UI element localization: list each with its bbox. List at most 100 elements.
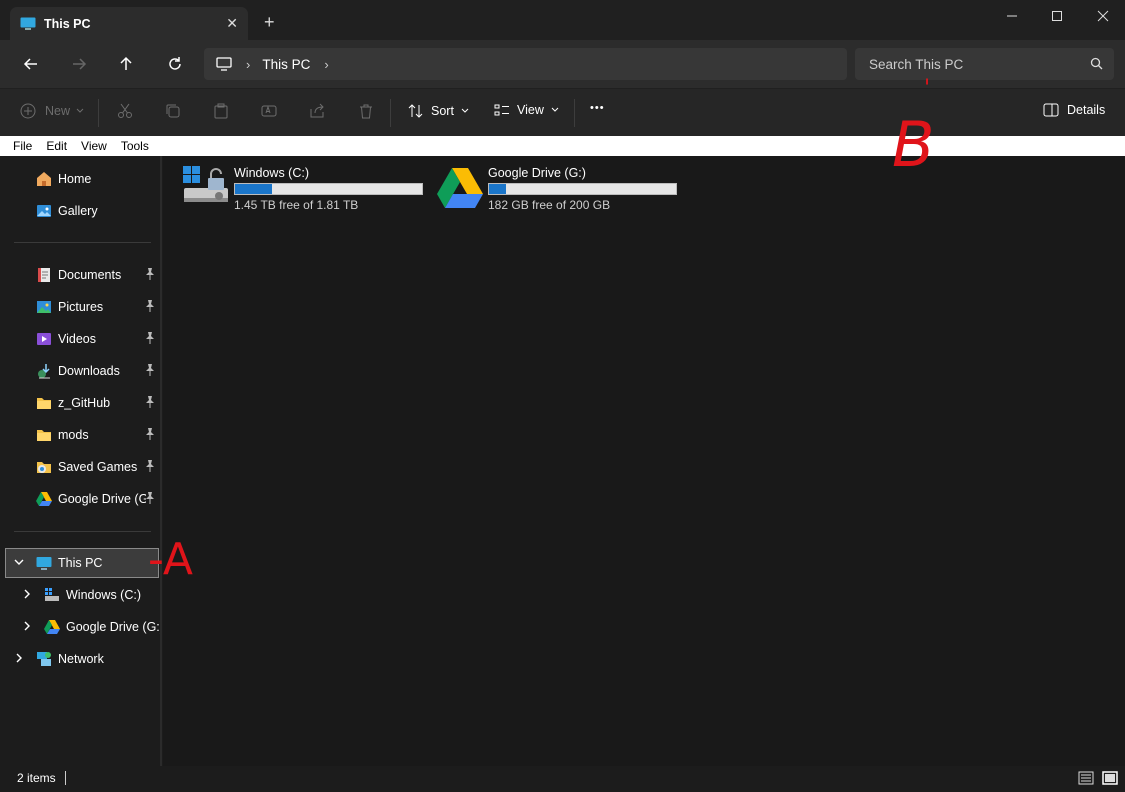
copy-button[interactable] bbox=[165, 103, 181, 119]
sidebar-item-google-drive-g[interactable]: Google Drive (G:) bbox=[0, 613, 160, 641]
sidebar-item-downloads[interactable]: Downloads bbox=[0, 357, 160, 385]
pin-icon bbox=[146, 300, 154, 312]
arrow-right-icon bbox=[73, 58, 87, 70]
chevron-down-icon bbox=[76, 108, 84, 113]
pictures-icon bbox=[37, 301, 51, 313]
sidebar-item-documents[interactable]: Documents bbox=[0, 261, 160, 289]
pin-icon bbox=[146, 332, 154, 344]
search-box[interactable]: Search This PC bbox=[855, 48, 1114, 80]
pin-icon bbox=[146, 364, 154, 376]
forward-button[interactable] bbox=[67, 52, 91, 76]
search-input[interactable]: Search This PC bbox=[869, 57, 963, 72]
command-bar: New Sort View ••• Details bbox=[0, 88, 1125, 136]
sidebar-item-label: Videos bbox=[58, 332, 96, 346]
rename-button[interactable] bbox=[261, 103, 277, 119]
details-view-icon[interactable] bbox=[1078, 771, 1094, 785]
sidebar-item-saved-games[interactable]: Saved Games bbox=[0, 453, 160, 481]
sidebar-item-label: mods bbox=[58, 428, 89, 442]
menu-file[interactable]: File bbox=[13, 139, 32, 153]
sidebar-item-label: Downloads bbox=[58, 364, 120, 378]
divider bbox=[574, 99, 575, 127]
details-button[interactable]: Details bbox=[1043, 103, 1105, 117]
sidebar-item-pictures[interactable]: Pictures bbox=[0, 293, 160, 321]
sort-label: Sort bbox=[431, 104, 454, 118]
divider bbox=[14, 242, 151, 243]
sidebar-item-label: z_GitHub bbox=[58, 396, 111, 410]
divider bbox=[14, 531, 151, 532]
close-icon bbox=[1097, 10, 1109, 22]
sidebar-item-label: Google Drive (G:) bbox=[58, 492, 146, 506]
details-label: Details bbox=[1067, 103, 1106, 117]
more-options-button[interactable]: ••• bbox=[590, 102, 605, 114]
pin-icon bbox=[146, 428, 154, 440]
chevron-right-icon[interactable] bbox=[14, 653, 24, 663]
minimize-button[interactable] bbox=[997, 6, 1027, 26]
sidebar-item-label: Documents bbox=[58, 268, 122, 282]
new-button[interactable]: New bbox=[20, 103, 84, 119]
sidebar-item-home[interactable]: Home bbox=[0, 165, 160, 193]
breadcrumb-this-pc[interactable]: This PC bbox=[262, 57, 310, 72]
paste-button[interactable] bbox=[213, 103, 229, 119]
gallery-icon bbox=[37, 205, 51, 217]
trash-icon bbox=[360, 104, 372, 119]
chevron-right-icon[interactable] bbox=[22, 621, 32, 631]
chevron-down-icon[interactable] bbox=[14, 557, 24, 567]
content-area: Windows (C:) 1.45 TB free of 1.81 TB Goo… bbox=[163, 156, 1125, 766]
annotation-b: B bbox=[892, 108, 935, 181]
delete-button[interactable] bbox=[358, 103, 374, 119]
back-button[interactable] bbox=[19, 52, 43, 76]
sidebar-item-mods[interactable]: mods bbox=[0, 421, 160, 449]
new-tab-button[interactable]: + bbox=[264, 12, 275, 33]
divider bbox=[390, 99, 391, 127]
sidebar-item-this-pc[interactable]: This PC bbox=[0, 549, 160, 577]
divider bbox=[98, 99, 99, 127]
sidebar-item-windows-c[interactable]: Windows (C:) bbox=[0, 581, 160, 609]
sidebar-item-network[interactable]: Network bbox=[0, 645, 160, 673]
sidebar-item-z-github[interactable]: z_GitHub bbox=[0, 389, 160, 417]
close-tab-icon[interactable]: ✕ bbox=[226, 15, 238, 32]
menu-edit[interactable]: Edit bbox=[46, 139, 67, 153]
view-icon bbox=[494, 104, 509, 116]
annotation-b-tick: ' bbox=[924, 76, 931, 101]
drive-tile-google-drive-g[interactable]: Google Drive (G:) 182 GB free of 200 GB bbox=[435, 164, 677, 214]
maximize-button[interactable] bbox=[1042, 6, 1072, 26]
sort-icon bbox=[408, 104, 423, 118]
tab-this-pc[interactable]: This PC ✕ bbox=[10, 7, 248, 40]
videos-icon bbox=[37, 333, 51, 345]
folder-icon bbox=[37, 398, 51, 409]
folder-icon bbox=[37, 430, 51, 441]
close-button[interactable] bbox=[1088, 6, 1118, 26]
drive-tile-windows-c[interactable]: Windows (C:) 1.45 TB free of 1.81 TB bbox=[181, 164, 423, 214]
downloads-icon bbox=[38, 364, 50, 379]
menu-view[interactable]: View bbox=[81, 139, 107, 153]
item-count: 2 items bbox=[17, 771, 56, 785]
sidebar-item-label: Google Drive (G:) bbox=[66, 620, 160, 634]
cut-button[interactable] bbox=[117, 103, 133, 119]
sidebar-item-google-drive[interactable]: Google Drive (G:) bbox=[0, 485, 160, 513]
share-button[interactable] bbox=[309, 103, 325, 119]
large-icons-view-icon[interactable] bbox=[1102, 771, 1118, 785]
drive-name: Windows (C:) bbox=[234, 166, 310, 180]
copy-icon bbox=[166, 104, 180, 118]
address-bar[interactable]: › This PC › bbox=[204, 48, 847, 80]
sidebar-item-gallery[interactable]: Gallery bbox=[0, 197, 160, 225]
plus-circle-icon bbox=[20, 103, 36, 119]
sort-button[interactable]: Sort bbox=[408, 103, 469, 119]
breadcrumb-separator: › bbox=[246, 56, 251, 72]
refresh-button[interactable] bbox=[163, 52, 187, 76]
new-label: New bbox=[45, 104, 71, 118]
menu-bar: File Edit View Tools bbox=[0, 136, 1125, 156]
paste-icon bbox=[214, 103, 228, 119]
view-button[interactable]: View bbox=[494, 103, 559, 117]
drive-free-space: 182 GB free of 200 GB bbox=[488, 198, 611, 212]
view-label: View bbox=[517, 103, 544, 117]
sidebar-item-videos[interactable]: Videos bbox=[0, 325, 160, 353]
search-icon bbox=[1090, 57, 1103, 70]
scissors-icon bbox=[118, 103, 132, 118]
windows-drive-icon bbox=[183, 166, 228, 202]
menu-tools[interactable]: Tools bbox=[121, 139, 149, 153]
up-button[interactable] bbox=[114, 52, 138, 76]
arrow-left-icon bbox=[23, 58, 37, 70]
chevron-right-icon[interactable] bbox=[22, 589, 32, 599]
breadcrumb-chevron-icon[interactable]: › bbox=[324, 57, 328, 72]
